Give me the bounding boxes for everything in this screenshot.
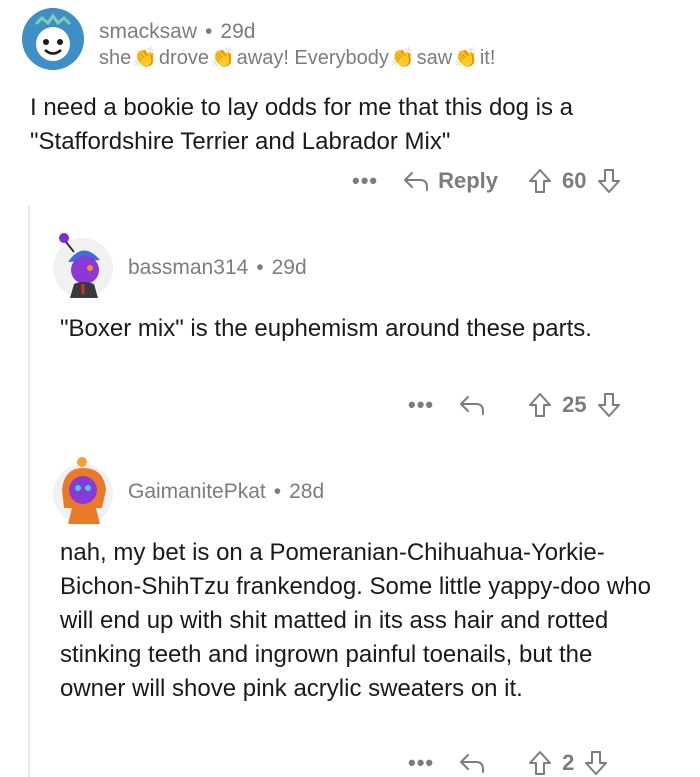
- username[interactable]: GaimanitePkat: [128, 480, 266, 503]
- flair-word: she: [99, 47, 132, 69]
- vote-count: 25: [562, 392, 587, 417]
- comment-age: 29d: [271, 256, 307, 279]
- comment-actions: ••• 2: [408, 750, 608, 776]
- thread-line: [28, 205, 30, 777]
- comment-text: I need a bookie to lay odds for me that …: [30, 94, 573, 155]
- vote-controls: 60: [528, 168, 620, 194]
- reply-arrow-icon: [460, 754, 485, 773]
- avatar-smacksaw[interactable]: [22, 8, 84, 70]
- separator: •: [273, 480, 282, 503]
- downvote-icon[interactable]: [597, 168, 621, 194]
- separator: •: [205, 20, 213, 43]
- vote-controls: 2: [528, 750, 608, 776]
- reply-label: Reply: [438, 168, 499, 193]
- upvote-icon[interactable]: [528, 750, 552, 776]
- more-options-icon[interactable]: •••: [408, 750, 434, 776]
- vote-count: 2: [562, 750, 575, 775]
- clap-icon: 👏: [454, 48, 478, 69]
- reply-arrow-icon: [404, 172, 429, 191]
- comment-age: 29d: [220, 20, 256, 43]
- flair-word: drove: [158, 47, 209, 69]
- flair-word: it!: [479, 47, 496, 69]
- avatar-gaimanitepkat[interactable]: [52, 456, 114, 524]
- reply-button[interactable]: [458, 393, 486, 417]
- avatar-bassman314[interactable]: [52, 232, 114, 298]
- clap-icon: 👏: [133, 48, 157, 69]
- reply-button[interactable]: Reply: [402, 168, 498, 194]
- comment-text: "Boxer mix" is the euphemism around thes…: [60, 315, 592, 342]
- more-options-icon[interactable]: •••: [352, 168, 378, 194]
- comment-actions: ••• Reply 60: [352, 168, 621, 194]
- upvote-icon[interactable]: [528, 168, 552, 194]
- user-flair: she 👏 drove 👏 away! Everybody 👏 saw 👏 it…: [99, 47, 495, 70]
- username-line: GaimanitePkat • 28d: [128, 480, 324, 504]
- vote-count: 60: [562, 168, 587, 193]
- upvote-icon[interactable]: [528, 392, 552, 418]
- flair-word: away! Everybody: [236, 47, 389, 69]
- username-line: bassman314 • 29d: [128, 256, 307, 280]
- vote-controls: 25: [528, 392, 620, 418]
- clap-icon: 👏: [390, 48, 415, 69]
- username[interactable]: smacksaw: [99, 20, 197, 43]
- downvote-icon[interactable]: [597, 392, 621, 418]
- username[interactable]: bassman314: [128, 256, 248, 279]
- reply-arrow-icon: [460, 396, 485, 415]
- flair-word: saw: [416, 47, 453, 69]
- clap-icon: 👏: [210, 48, 235, 69]
- reply-button[interactable]: [458, 751, 486, 775]
- comment-age: 28d: [289, 480, 325, 503]
- downvote-icon[interactable]: [584, 750, 608, 776]
- comment-text: nah, my bet is on a Pomeranian-Chihuahua…: [60, 539, 651, 702]
- username-line: smacksaw • 29d: [99, 20, 255, 44]
- more-options-icon[interactable]: •••: [408, 392, 434, 418]
- separator: •: [256, 256, 264, 279]
- comment-actions: ••• 25: [408, 392, 621, 418]
